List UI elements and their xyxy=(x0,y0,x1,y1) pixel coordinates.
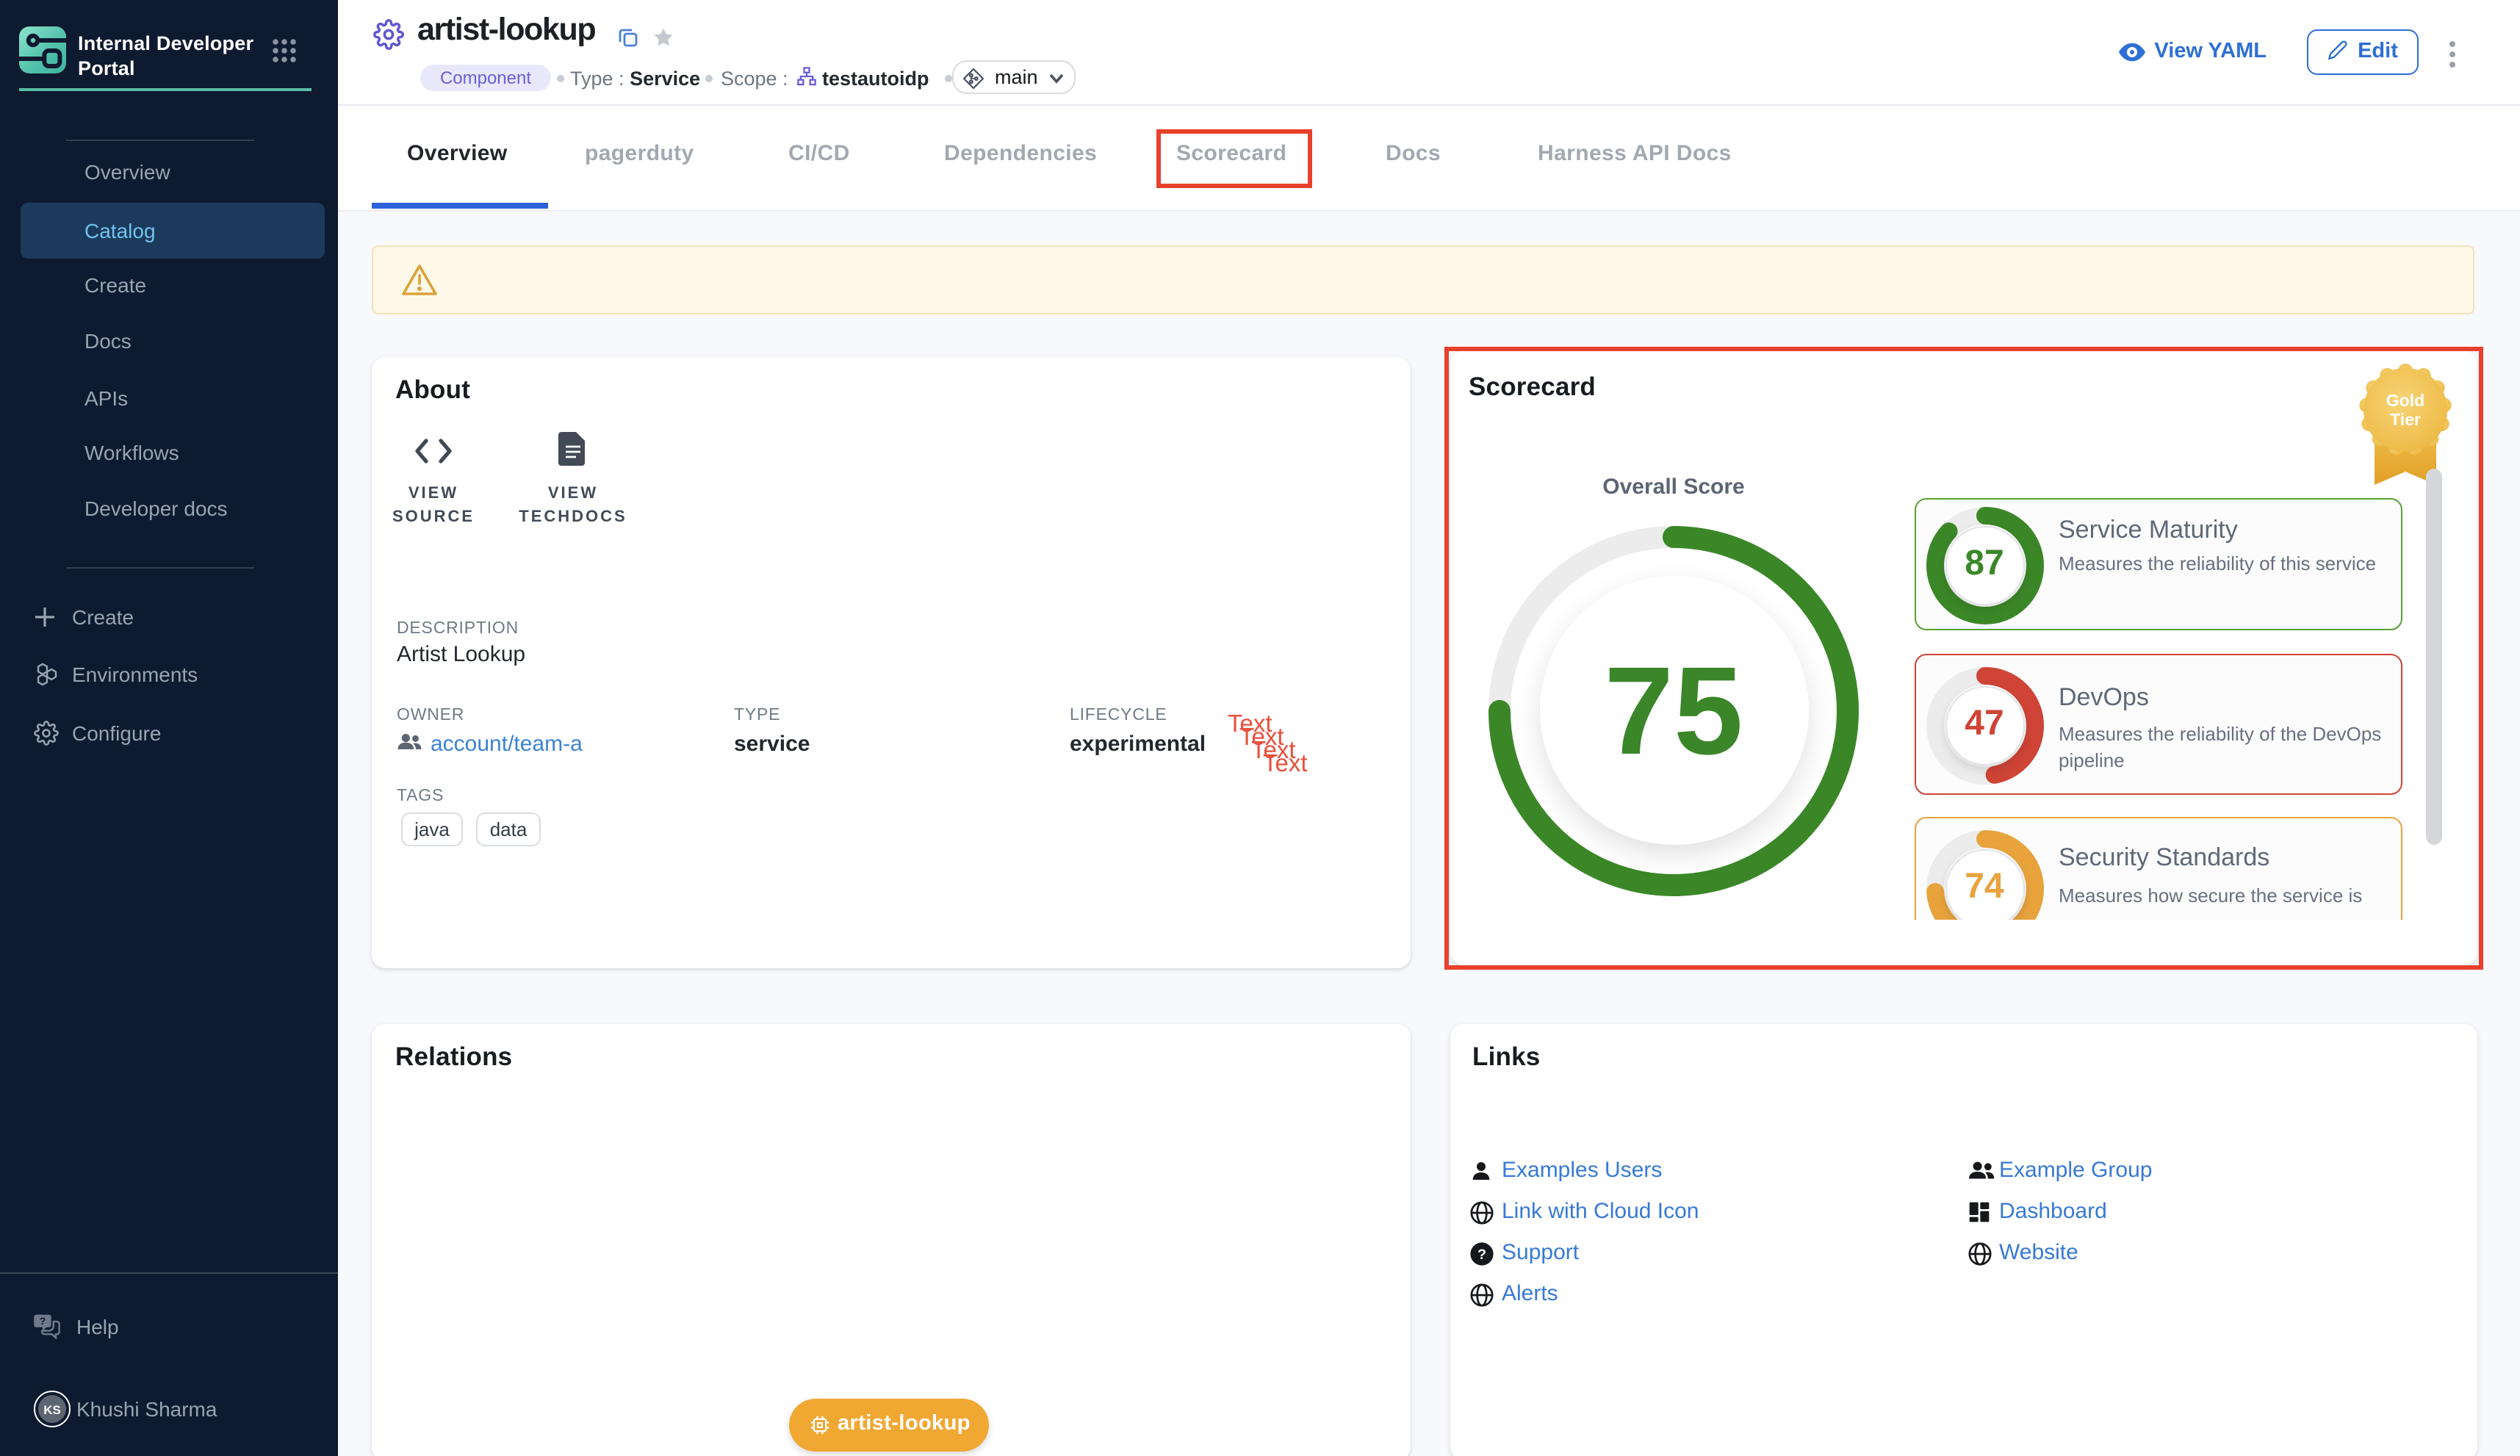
svg-text:?: ? xyxy=(1477,1247,1486,1263)
svg-text:?: ? xyxy=(40,1315,46,1327)
